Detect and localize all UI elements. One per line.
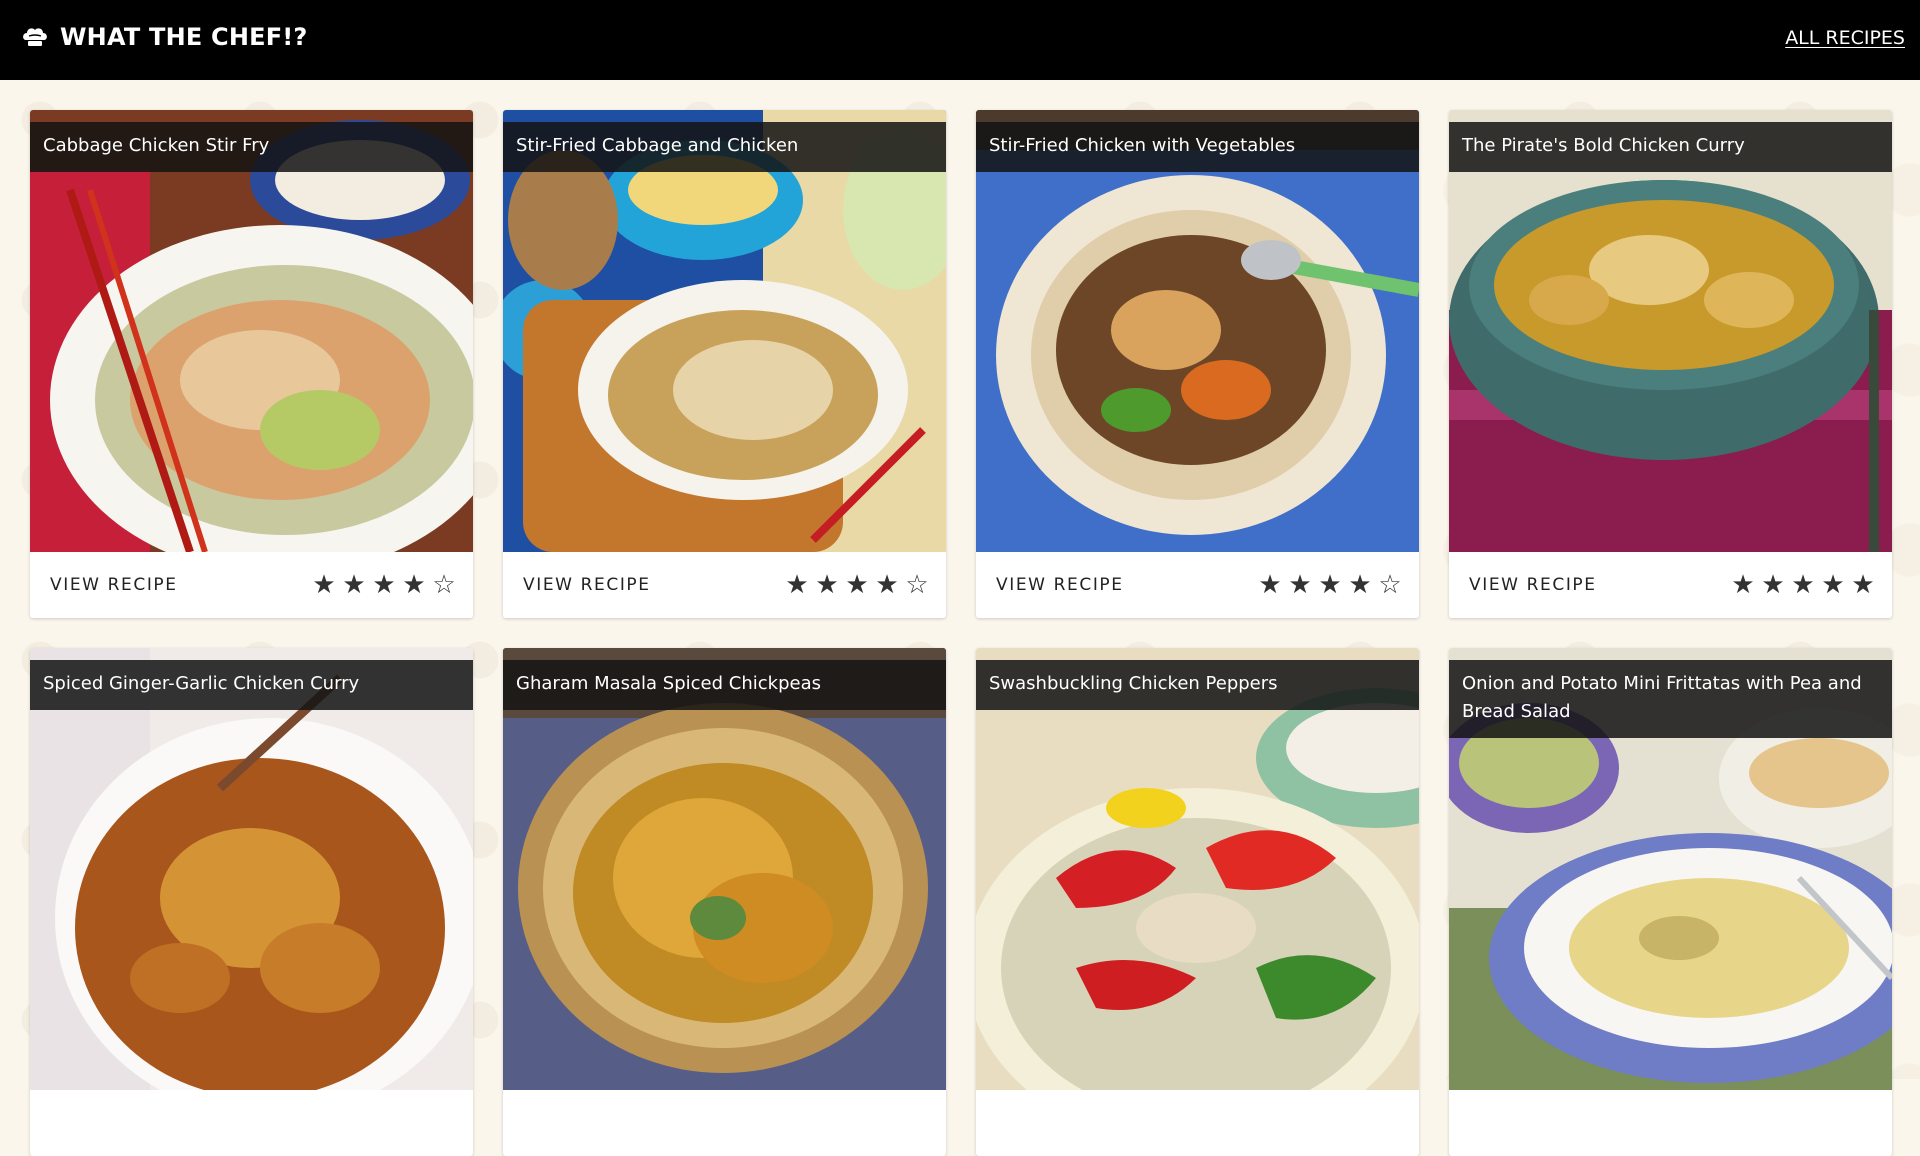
star-filled-icon[interactable]: ★: [1287, 572, 1313, 598]
recipe-card[interactable]: The Pirate's Bold Chicken Curry VIEW REC…: [1449, 110, 1892, 618]
star-rating[interactable]: ★ ★ ★ ★ ★: [1730, 572, 1876, 598]
recipe-title: Swashbuckling Chicken Peppers: [976, 660, 1419, 710]
star-empty-icon[interactable]: ☆: [904, 572, 930, 598]
recipe-grid: Cabbage Chicken Stir Fry VIEW RECIPE ★ ★ ★…: [30, 110, 1892, 1156]
recipe-card[interactable]: Onion and Potato Mini Frittatas with Pea…: [1449, 648, 1892, 1156]
recipe-card[interactable]: Swashbuckling Chicken Peppers: [976, 648, 1419, 1156]
recipe-image[interactable]: [30, 648, 473, 1090]
star-filled-icon[interactable]: ★: [1730, 572, 1756, 598]
recipe-image[interactable]: [30, 110, 473, 552]
view-recipe-button[interactable]: VIEW RECIPE: [996, 575, 1124, 595]
card-footer: VIEW RECIPE ★ ★ ★ ★ ★: [1449, 552, 1892, 618]
recipe-card[interactable]: Cabbage Chicken Stir Fry VIEW RECIPE ★ ★ ★…: [30, 110, 473, 618]
star-filled-icon[interactable]: ★: [1820, 572, 1846, 598]
chef-hat-icon: [23, 28, 47, 46]
star-filled-icon[interactable]: ★: [1317, 572, 1343, 598]
recipe-title: Stir-Fried Cabbage and Chicken: [503, 122, 946, 172]
recipe-title: The Pirate's Bold Chicken Curry: [1449, 122, 1892, 172]
recipe-image[interactable]: [503, 110, 946, 552]
all-recipes-link[interactable]: ALL RECIPES: [1785, 27, 1905, 49]
recipe-image[interactable]: [976, 110, 1419, 552]
recipe-card[interactable]: Stir-Fried Chicken with Vegetables VIEW …: [976, 110, 1419, 618]
recipe-card[interactable]: Gharam Masala Spiced Chickpeas: [503, 648, 946, 1156]
star-rating[interactable]: ★ ★ ★ ★ ☆: [784, 572, 930, 598]
recipe-card[interactable]: Stir-Fried Cabbage and Chicken VIEW RECI…: [503, 110, 946, 618]
recipe-title: Cabbage Chicken Stir Fry: [30, 122, 473, 172]
star-empty-icon[interactable]: ☆: [1377, 572, 1403, 598]
star-rating[interactable]: ★ ★ ★ ★ ☆: [311, 572, 457, 598]
top-navbar: WHAT THE CHEF!? ALL RECIPES: [0, 0, 1920, 80]
star-filled-icon[interactable]: ★: [874, 572, 900, 598]
recipe-image[interactable]: [1449, 110, 1892, 552]
star-filled-icon[interactable]: ★: [371, 572, 397, 598]
star-rating[interactable]: ★ ★ ★ ★ ☆: [1257, 572, 1403, 598]
star-filled-icon[interactable]: ★: [1347, 572, 1373, 598]
brand[interactable]: WHAT THE CHEF!?: [20, 22, 308, 52]
view-recipe-button[interactable]: VIEW RECIPE: [523, 575, 651, 595]
recipe-title: Stir-Fried Chicken with Vegetables: [976, 122, 1419, 172]
brand-title: WHAT THE CHEF!?: [60, 23, 308, 51]
star-filled-icon[interactable]: ★: [844, 572, 870, 598]
star-filled-icon[interactable]: ★: [1850, 572, 1876, 598]
recipe-title: Gharam Masala Spiced Chickpeas: [503, 660, 946, 710]
star-filled-icon[interactable]: ★: [1257, 572, 1283, 598]
recipe-image[interactable]: [976, 648, 1419, 1090]
card-footer: VIEW RECIPE ★ ★ ★ ★ ☆: [30, 552, 473, 618]
star-filled-icon[interactable]: ★: [1790, 572, 1816, 598]
star-empty-icon[interactable]: ☆: [431, 572, 457, 598]
star-filled-icon[interactable]: ★: [311, 572, 337, 598]
view-recipe-button[interactable]: VIEW RECIPE: [1469, 575, 1597, 595]
view-recipe-button[interactable]: VIEW RECIPE: [50, 575, 178, 595]
recipe-image[interactable]: [503, 648, 946, 1090]
card-footer: VIEW RECIPE ★ ★ ★ ★ ☆: [503, 552, 946, 618]
star-filled-icon[interactable]: ★: [1760, 572, 1786, 598]
star-filled-icon[interactable]: ★: [784, 572, 810, 598]
star-filled-icon[interactable]: ★: [401, 572, 427, 598]
recipe-card[interactable]: Spiced Ginger-Garlic Chicken Curry: [30, 648, 473, 1156]
card-footer: VIEW RECIPE ★ ★ ★ ★ ☆: [976, 552, 1419, 618]
recipe-title: Onion and Potato Mini Frittatas with Pea…: [1449, 660, 1892, 738]
star-filled-icon[interactable]: ★: [814, 572, 840, 598]
star-filled-icon[interactable]: ★: [341, 572, 367, 598]
recipe-title: Spiced Ginger-Garlic Chicken Curry: [30, 660, 473, 710]
